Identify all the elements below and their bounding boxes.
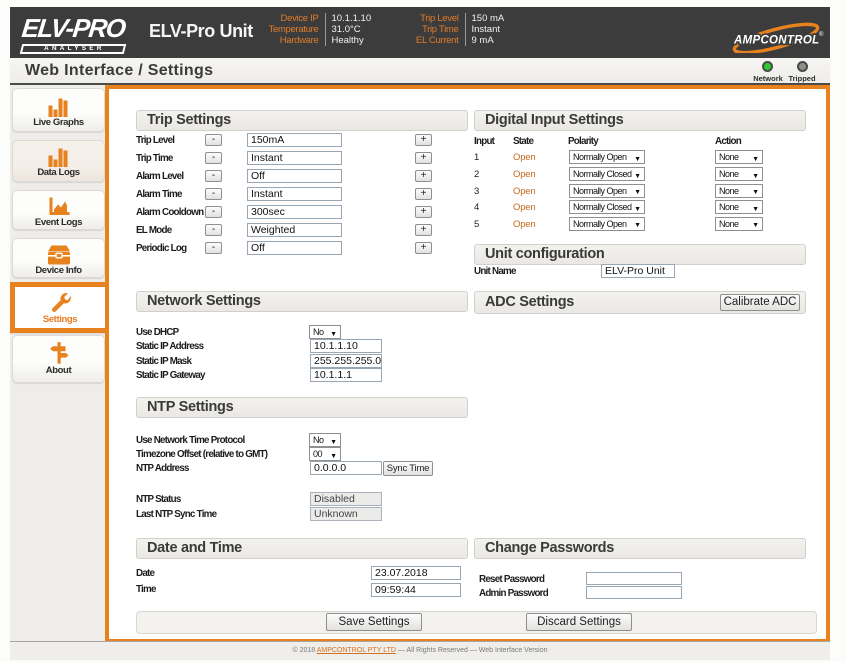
svg-text:AMPCONTROL: AMPCONTROL bbox=[733, 35, 819, 47]
svg-text:®: ® bbox=[819, 31, 824, 38]
